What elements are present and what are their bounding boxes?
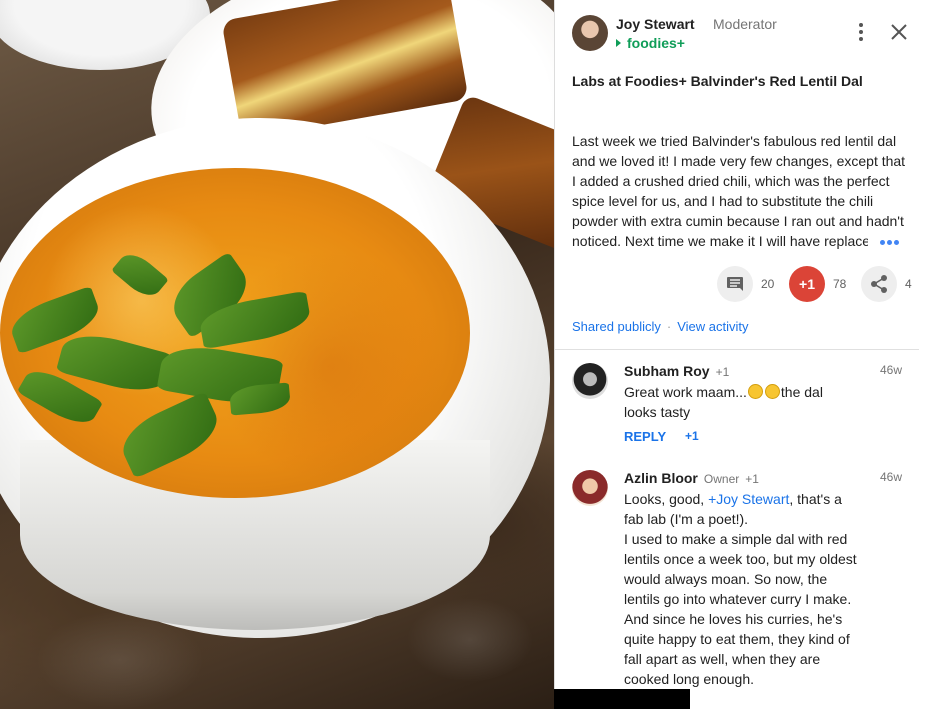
comment-icon	[727, 277, 743, 291]
commenter-name-text: Subham Roy	[624, 363, 710, 379]
comment-text-part: looks tasty	[624, 404, 691, 420]
comment-line: cooked long enough.	[624, 671, 754, 687]
post-actions: 20 +1 78 4	[717, 266, 917, 302]
smile-emoji-icon	[764, 384, 780, 399]
mention-link[interactable]: +Joy Stewart	[708, 491, 789, 507]
comment-line: lentils go into whatever curry I make.	[624, 591, 852, 607]
smile-emoji-icon	[747, 384, 763, 399]
comment: Azlin Bloor Owner +1 46w Looks, good, +Joy…	[572, 470, 912, 689]
post-body-line: and we loved it! I made very few changes…	[572, 153, 906, 169]
comment-text-part: , that's a	[789, 491, 842, 507]
scrollbar-track[interactable]	[919, 0, 937, 689]
plus-one-count: 78	[833, 277, 847, 291]
reply-button[interactable]: REPLY	[624, 429, 666, 444]
comment-button[interactable]	[717, 266, 753, 302]
comment-line: And since he loves his curries, he's	[624, 611, 843, 627]
author-role: Moderator	[713, 16, 777, 32]
commenter-avatar[interactable]	[572, 363, 608, 399]
post-body[interactable]: Last week we tried Balvinder's fabulous …	[572, 131, 906, 251]
share-count: 4	[905, 277, 912, 291]
commenter-name[interactable]: Subham Roy +1	[624, 363, 729, 379]
separator-dot: ·	[666, 319, 672, 334]
more-options-icon[interactable]	[851, 20, 871, 44]
comment-line: would always moan. So now, the	[624, 571, 828, 587]
comment-line: fab lab (I'm a poet!).	[624, 511, 749, 527]
comment: Subham Roy +1 46w Great work maam... the d…	[572, 363, 912, 463]
author-avatar[interactable]	[572, 15, 608, 51]
comment-count: 20	[761, 277, 775, 291]
commenter-name[interactable]: Azlin Bloor Owner +1	[624, 470, 759, 486]
post-body-line: noticed. Next time we make it I will hav…	[572, 233, 871, 249]
close-icon[interactable]	[888, 21, 910, 43]
post-body-line: powder with extra cumin because I ran ou…	[572, 213, 904, 229]
comment-line: I used to make a simple dal with red	[624, 531, 848, 547]
owner-badge: Owner	[703, 472, 740, 486]
caret-right-icon	[616, 39, 621, 47]
comment-text-part: Great work maam...	[624, 384, 747, 400]
post-body-line: I added a crushed dried chili, which was…	[572, 173, 890, 189]
plus-one-button[interactable]: +1	[789, 266, 825, 302]
comment-text-part: Looks, good,	[624, 491, 709, 507]
post-photo[interactable]	[0, 0, 554, 709]
comment-line: fall apart as well, when they are	[624, 651, 821, 667]
comment-text: Great work maam... the dal looks tasty	[624, 382, 869, 422]
comment-line: lentils once a week too, but my oldest	[624, 551, 857, 567]
community-link[interactable]: foodies+	[616, 35, 685, 51]
post-detail-panel: Joy Stewart Moderator foodies+ Labs at F…	[554, 0, 919, 689]
comment-plus-one-button[interactable]: +1	[685, 429, 699, 443]
comment-line: quite happy to eat them, they kind of	[624, 631, 850, 647]
expand-more-icon[interactable]	[880, 240, 902, 246]
share-button[interactable]	[861, 266, 897, 302]
post-visibility: Shared publicly · View activity	[572, 319, 749, 334]
post-body-line: spice level for us, and I had to substit…	[572, 193, 874, 209]
commenter-plus: +1	[715, 365, 730, 379]
commenter-name-text: Azlin Bloor	[624, 470, 698, 486]
view-activity-link[interactable]: View activity	[677, 319, 748, 334]
community-name: foodies+	[627, 35, 685, 51]
divider	[555, 349, 919, 350]
share-icon	[871, 275, 887, 293]
shared-publicly-link[interactable]: Shared publicly	[572, 319, 661, 334]
author-name[interactable]: Joy Stewart	[616, 16, 695, 32]
comment-text-part: the dal	[780, 384, 823, 400]
commenter-plus: +1	[745, 472, 759, 486]
comment-time[interactable]: 46w	[880, 470, 902, 484]
post-title: Labs at Foodies+ Balvinder's Red Lentil …	[572, 73, 863, 89]
bottom-strip	[690, 689, 937, 709]
comment-time[interactable]: 46w	[880, 363, 902, 377]
comment-text: Looks, good, +Joy Stewart, that's a fab …	[624, 489, 869, 689]
commenter-avatar[interactable]	[572, 470, 608, 506]
post-header: Joy Stewart Moderator foodies+	[572, 15, 912, 55]
post-body-line: Last week we tried Balvinder's fabulous …	[572, 133, 897, 149]
